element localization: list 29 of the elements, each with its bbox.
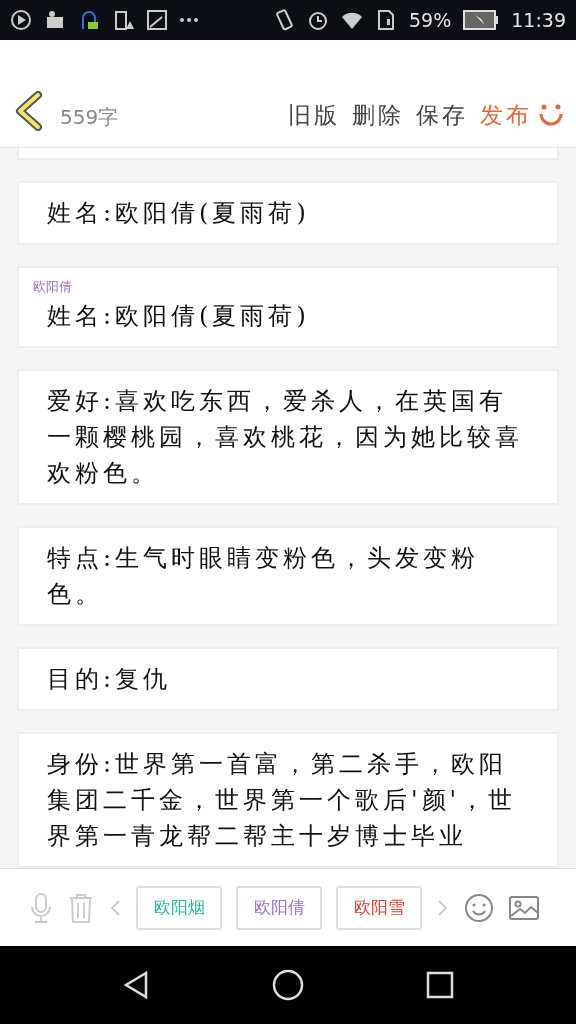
battery-charging-icon — [463, 10, 500, 30]
paragraph-text: 特点:生气时眼睛变粉色，头发变粉色。 — [47, 543, 481, 610]
header-action[interactable]: 删除 — [346, 100, 410, 131]
header-action[interactable]: 保存 — [410, 100, 474, 131]
character-chip[interactable]: 欧阳烟 — [136, 885, 222, 930]
paragraph-text: 身份:世界第一首富，第二杀手，欧阳集团二千金，世界第一个歌后'颜'，世界第一青龙帮二帮主十岁博士毕业 — [47, 749, 518, 852]
speaker-label: 欧阳倩 — [33, 278, 73, 296]
character-chip[interactable]: 欧阳倩 — [236, 885, 322, 930]
vibrate-icon — [273, 9, 295, 31]
publish-button[interactable]: 发布 — [474, 100, 538, 131]
sim-icon — [375, 9, 397, 31]
image-icon — [146, 9, 168, 31]
paragraph-text: 目的:复仇 — [47, 664, 173, 695]
home-icon[interactable] — [272, 969, 304, 1001]
recents-icon[interactable] — [424, 969, 456, 1001]
paragraph-text: 姓名:欧阳倩(夏雨荷) — [47, 198, 311, 229]
word-count: 559字 — [60, 104, 119, 131]
header-action[interactable]: 旧版 — [282, 100, 346, 131]
paragraph-text: 姓名:欧阳倩(夏雨荷) — [47, 301, 311, 332]
paragraph-text: 爱好:喜欢吃东西，爱杀人，在英国有一颗樱桃园，喜欢桃花，因为她比较喜欢粉色。 — [47, 386, 524, 489]
play-icon — [10, 9, 32, 31]
battery-percent: 59% — [409, 9, 452, 31]
battery-warning-icon — [112, 9, 134, 31]
smiley-icon[interactable] — [464, 891, 494, 924]
character-chip[interactable]: 欧阳雪 — [336, 885, 422, 930]
more-icon — [180, 18, 198, 22]
clock-time: 11:39 — [511, 9, 566, 31]
alarm-icon — [307, 9, 329, 31]
back-icon[interactable] — [14, 91, 44, 131]
